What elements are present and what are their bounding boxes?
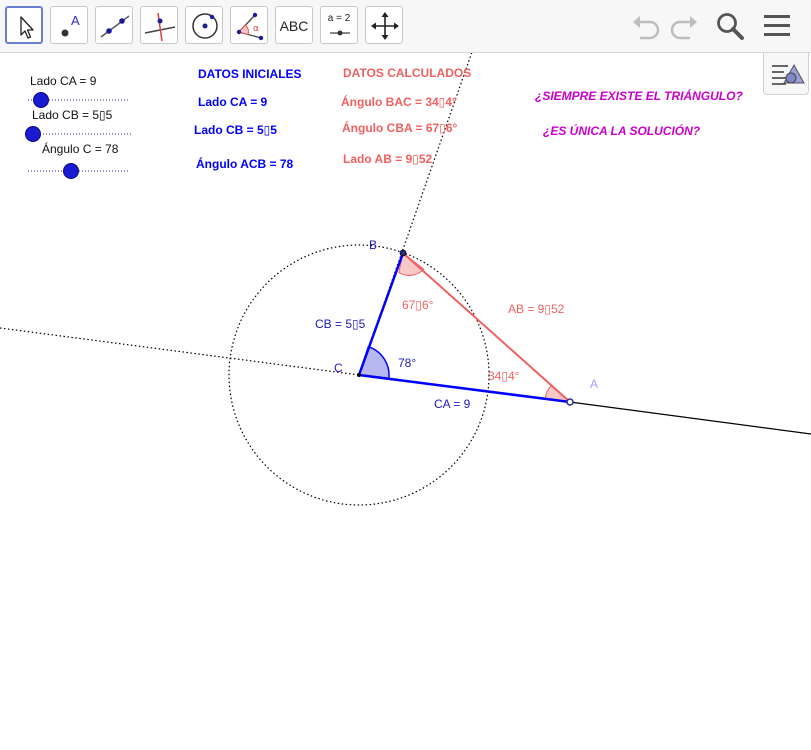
slider-lado-cb-label: Lado CB = 5▯5	[32, 108, 113, 122]
menu-icon	[764, 15, 790, 36]
style-bar-toggle-button[interactable]	[763, 53, 809, 95]
datos-iniciales-angulo-acb: Ángulo ACB = 78	[196, 157, 294, 171]
datos-iniciales-title: DATOS INICIALES	[198, 67, 302, 81]
move-graphics-view-icon	[371, 12, 399, 40]
point-a[interactable]	[566, 398, 574, 406]
line-tool-button[interactable]	[95, 6, 133, 44]
svg-text:A: A	[71, 13, 80, 28]
label-point-b[interactable]: B	[369, 238, 377, 252]
label-point-c[interactable]: C	[334, 361, 343, 375]
slider-lado-ca-handle[interactable]	[33, 92, 49, 108]
segment-ab[interactable]	[402, 252, 571, 403]
line-ca-solid-extension[interactable]	[569, 401, 811, 435]
point-tool-button[interactable]: A	[50, 6, 88, 44]
slider-lado-ca-label: Lado CA = 9	[30, 74, 97, 88]
point-c[interactable]	[357, 373, 361, 377]
menu-button[interactable]	[760, 10, 794, 42]
datos-iniciales-lado-cb: Lado CB = 5▯5	[194, 123, 277, 137]
style-bar-icon	[772, 63, 805, 85]
move-view-button[interactable]	[365, 6, 403, 44]
perpendicular-line-icon	[144, 12, 176, 42]
label-segment-ca[interactable]: CA = 9	[434, 397, 470, 411]
text-tool-button[interactable]: ABC	[275, 6, 313, 44]
text-abc-icon: ABC	[279, 18, 309, 34]
circle-tool-button[interactable]	[185, 6, 223, 44]
datos-calculados-angulo-bac: Ángulo BAC = 34▯4°	[341, 95, 457, 109]
slider-angulo-c-label: Ángulo C = 78	[42, 142, 119, 156]
geometry-drawing[interactable]	[0, 0, 811, 750]
label-angle-c[interactable]: 78°	[398, 356, 416, 370]
datos-iniciales-lado-ca: Lado CA = 9	[198, 95, 268, 109]
toolbar: A α ABC a = 2	[0, 0, 811, 53]
circle-center-point-icon	[192, 13, 218, 39]
question-uniqueness: ¿ES ÚNICA LA SOLUCIÓN?	[543, 124, 701, 138]
slider-tool-button[interactable]: a = 2	[320, 6, 358, 44]
datos-calculados-angulo-cba: Ángulo CBA = 67▯6°	[342, 121, 458, 135]
undo-icon	[633, 16, 660, 40]
label-angle-a[interactable]: 34▯4°	[488, 369, 519, 383]
slider-lado-ca[interactable]	[28, 92, 130, 108]
question-existence: ¿SIEMPRE EXISTE EL TRIÁNGULO?	[535, 89, 743, 103]
slider-angulo-c[interactable]	[28, 163, 130, 179]
label-segment-ab[interactable]: AB = 9▯52	[508, 302, 564, 316]
slider-lado-cb-handle[interactable]	[25, 126, 41, 142]
undo-button[interactable]	[630, 10, 664, 42]
svg-text:α: α	[253, 24, 259, 34]
slider-angulo-c-handle[interactable]	[63, 163, 79, 179]
search-button[interactable]	[713, 10, 747, 42]
label-segment-cb[interactable]: CB = 5▯5	[315, 317, 365, 331]
line-ca-dotted-extension[interactable]	[0, 327, 360, 376]
move-tool-button[interactable]	[5, 6, 43, 44]
perpendicular-tool-button[interactable]	[140, 6, 178, 44]
angle-tool-button[interactable]: α	[230, 6, 268, 44]
slider-lado-cb[interactable]	[25, 126, 134, 142]
line-through-points-icon	[100, 15, 130, 38]
redo-button[interactable]	[666, 10, 700, 42]
graphics-view[interactable]: Lado CA = 9 Lado CB = 5▯5 Ángulo C = 78 …	[0, 0, 811, 750]
angle-alpha-icon: α	[236, 12, 264, 41]
label-angle-b[interactable]: 67▯6°	[402, 298, 433, 312]
redo-icon	[670, 16, 697, 40]
search-icon	[717, 13, 744, 40]
arrow-cursor-icon	[20, 16, 34, 39]
point-b[interactable]	[399, 249, 407, 257]
label-point-a[interactable]: A	[590, 377, 598, 391]
datos-calculados-lado-ab: Lado AB = 9▯52	[343, 152, 433, 166]
point-a-icon: A	[61, 13, 80, 37]
datos-calculados-title: DATOS CALCULADOS	[343, 66, 472, 80]
slider-track-icon	[330, 30, 350, 36]
